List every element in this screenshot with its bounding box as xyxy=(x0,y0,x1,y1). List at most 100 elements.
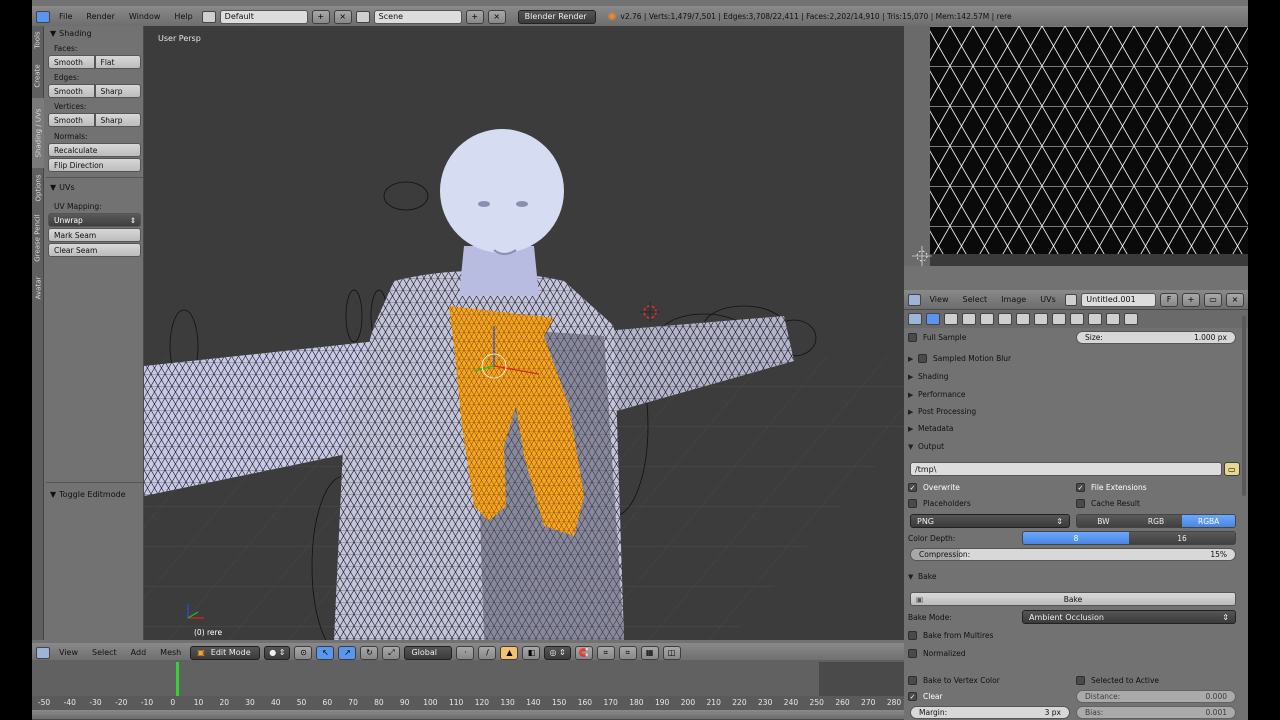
fake-user-button[interactable]: F xyxy=(1160,292,1178,307)
material-icon[interactable] xyxy=(1070,313,1084,325)
unwrap-dropdown[interactable]: Unwrap ⇕ xyxy=(48,213,141,227)
selected-to-active-checkbox[interactable] xyxy=(1076,676,1085,685)
size-field[interactable]: Size: 1.000 px xyxy=(1076,331,1236,344)
margin-field[interactable]: Margin: 3 px xyxy=(910,706,1070,719)
render-engine-dropdown[interactable]: Blender Render xyxy=(517,9,596,24)
occlude-icon[interactable]: ◧ xyxy=(522,645,541,660)
menu-uvs[interactable]: UVs xyxy=(1035,295,1061,304)
color-mode-rgb[interactable]: RGB xyxy=(1129,515,1183,527)
layout-icon[interactable] xyxy=(201,10,216,23)
shading-panel-header[interactable]: ▼ Shading xyxy=(46,26,143,41)
add-layout-button[interactable]: + xyxy=(311,9,330,24)
editor-type-icon[interactable] xyxy=(908,313,922,325)
tab-create[interactable]: Create xyxy=(32,56,44,96)
new-image-button[interactable]: + xyxy=(1182,292,1200,307)
unlink-image-button[interactable]: × xyxy=(1226,292,1244,307)
vertices-smooth-button[interactable]: Smooth xyxy=(48,113,95,127)
render-layers-icon[interactable] xyxy=(944,313,958,325)
proportional-dropdown[interactable]: ◎ ⇕ xyxy=(544,645,571,660)
snap-target-icon[interactable]: ⌗ xyxy=(618,645,637,660)
scale-icon[interactable]: ⤢ xyxy=(382,645,401,660)
bake-button[interactable]: ▣ Bake xyxy=(910,592,1236,606)
editor-type-icon[interactable] xyxy=(36,10,50,23)
world-tab-icon[interactable] xyxy=(980,313,994,325)
timeline[interactable]: -50 -40 -30 -20 -10 0 10 20 30 40 50 60 70 80 90 100 110… xyxy=(32,660,904,710)
orientation-dropdown[interactable]: Global xyxy=(404,645,453,660)
tab-grease-pencil[interactable]: Grease Pencil xyxy=(32,208,44,268)
cache-result-checkbox[interactable] xyxy=(1076,499,1085,508)
menu-help[interactable]: Help xyxy=(169,12,197,21)
edge-select-icon[interactable]: / xyxy=(478,645,497,660)
metadata-panel[interactable]: ▶ Metadata xyxy=(908,421,1238,436)
render-icon[interactable]: ▦ xyxy=(640,645,659,660)
menu-select[interactable]: Select xyxy=(957,295,992,304)
modifiers-icon[interactable] xyxy=(1034,313,1048,325)
constraints-icon[interactable] xyxy=(1016,313,1030,325)
full-sample-checkbox[interactable] xyxy=(908,333,917,342)
recalculate-button[interactable]: Recalculate xyxy=(48,143,141,157)
object-tab-icon[interactable] xyxy=(998,313,1012,325)
image-editor[interactable] xyxy=(904,26,1248,266)
image-name-field[interactable]: Untitled.001 xyxy=(1081,292,1156,307)
add-scene-button[interactable]: + xyxy=(465,9,484,24)
scene-icon[interactable] xyxy=(355,10,370,23)
shading-panel[interactable]: ▶ Shading xyxy=(908,369,1238,384)
rotate-icon[interactable]: ↻ xyxy=(360,645,379,660)
folder-icon[interactable]: ▭ xyxy=(1224,462,1240,476)
translate-icon[interactable]: ↗ xyxy=(338,645,357,660)
color-mode-selector[interactable]: BW RGB RGBA xyxy=(1076,514,1236,528)
layout-field[interactable]: Default xyxy=(219,9,308,24)
camera-icon[interactable]: ◫ xyxy=(662,645,681,660)
sampled-motion-blur-panel[interactable]: ▶ Sampled Motion Blur xyxy=(908,351,1238,366)
uvs-panel-header[interactable]: ▼ UVs xyxy=(46,180,143,195)
image-browse-icon[interactable] xyxy=(1064,293,1078,306)
scene-tab-icon[interactable] xyxy=(962,313,976,325)
output-path-field[interactable]: /tmp\ xyxy=(910,462,1222,476)
faces-flat-button[interactable]: Flat xyxy=(94,55,141,69)
snap-icon[interactable]: 🧲 xyxy=(574,645,593,660)
menu-file[interactable]: File xyxy=(54,12,77,21)
color-mode-bw[interactable]: BW xyxy=(1077,515,1130,527)
texture-icon[interactable] xyxy=(1088,313,1102,325)
render-tab-icon[interactable] xyxy=(926,313,940,325)
flip-direction-button[interactable]: Flip Direction xyxy=(48,158,141,172)
toggle-editmode-panel[interactable]: ▼ Toggle Editmode xyxy=(46,487,126,502)
open-image-icon[interactable]: ▭ xyxy=(1204,292,1222,307)
menu-image[interactable]: Image xyxy=(996,295,1031,304)
3d-viewport[interactable]: User Persp (0) rere xyxy=(144,26,904,640)
face-select-icon[interactable]: ▲ xyxy=(500,645,519,660)
vertex-select-icon[interactable]: · xyxy=(456,645,475,660)
menu-select[interactable]: Select xyxy=(87,648,122,657)
edges-smooth-button[interactable]: Smooth xyxy=(48,84,95,98)
properties-scrollbar[interactable] xyxy=(1242,316,1246,496)
menu-view[interactable]: View xyxy=(54,648,83,657)
placeholders-checkbox[interactable] xyxy=(908,499,917,508)
scene-field[interactable]: Scene xyxy=(373,9,462,24)
tab-options[interactable]: Options xyxy=(32,170,44,206)
mark-seam-button[interactable]: Mark Seam xyxy=(48,228,141,242)
bake-from-multires-checkbox[interactable] xyxy=(908,631,917,640)
particles-icon[interactable] xyxy=(1106,313,1120,325)
menu-render[interactable]: Render xyxy=(81,12,119,21)
pivot-icon[interactable]: ⊙ xyxy=(294,645,313,660)
bake-panel-header[interactable]: ▼ Bake xyxy=(908,569,1238,584)
data-tab-icon[interactable] xyxy=(1052,313,1066,325)
color-mode-rgba[interactable]: RGBA xyxy=(1182,515,1235,527)
physics-icon[interactable] xyxy=(1124,313,1138,325)
file-extensions-checkbox[interactable]: ✓ xyxy=(1076,483,1085,492)
menu-mesh[interactable]: Mesh xyxy=(155,648,186,657)
color-depth-16[interactable]: 16 xyxy=(1129,532,1235,544)
output-panel-header[interactable]: ▼ Output xyxy=(908,439,1238,454)
file-format-dropdown[interactable]: PNG ⇕ xyxy=(910,514,1070,528)
mode-dropdown[interactable]: ▣ Edit Mode xyxy=(190,645,261,660)
menu-view[interactable]: View xyxy=(925,295,954,304)
color-depth-8[interactable]: 8 xyxy=(1023,532,1129,544)
bake-to-vertex-color-checkbox[interactable] xyxy=(908,676,917,685)
clear-checkbox[interactable]: ✓ xyxy=(908,692,917,701)
motion-blur-checkbox[interactable] xyxy=(918,354,927,363)
snap-element-icon[interactable]: ⌗ xyxy=(596,645,615,660)
tab-shading-uvs[interactable]: Shading / UVs xyxy=(32,98,44,168)
vertices-sharp-button[interactable]: Sharp xyxy=(94,113,141,127)
manipulator-icon[interactable]: ↖ xyxy=(316,645,335,660)
shading-dropdown[interactable]: ● ⇕ xyxy=(264,645,291,660)
